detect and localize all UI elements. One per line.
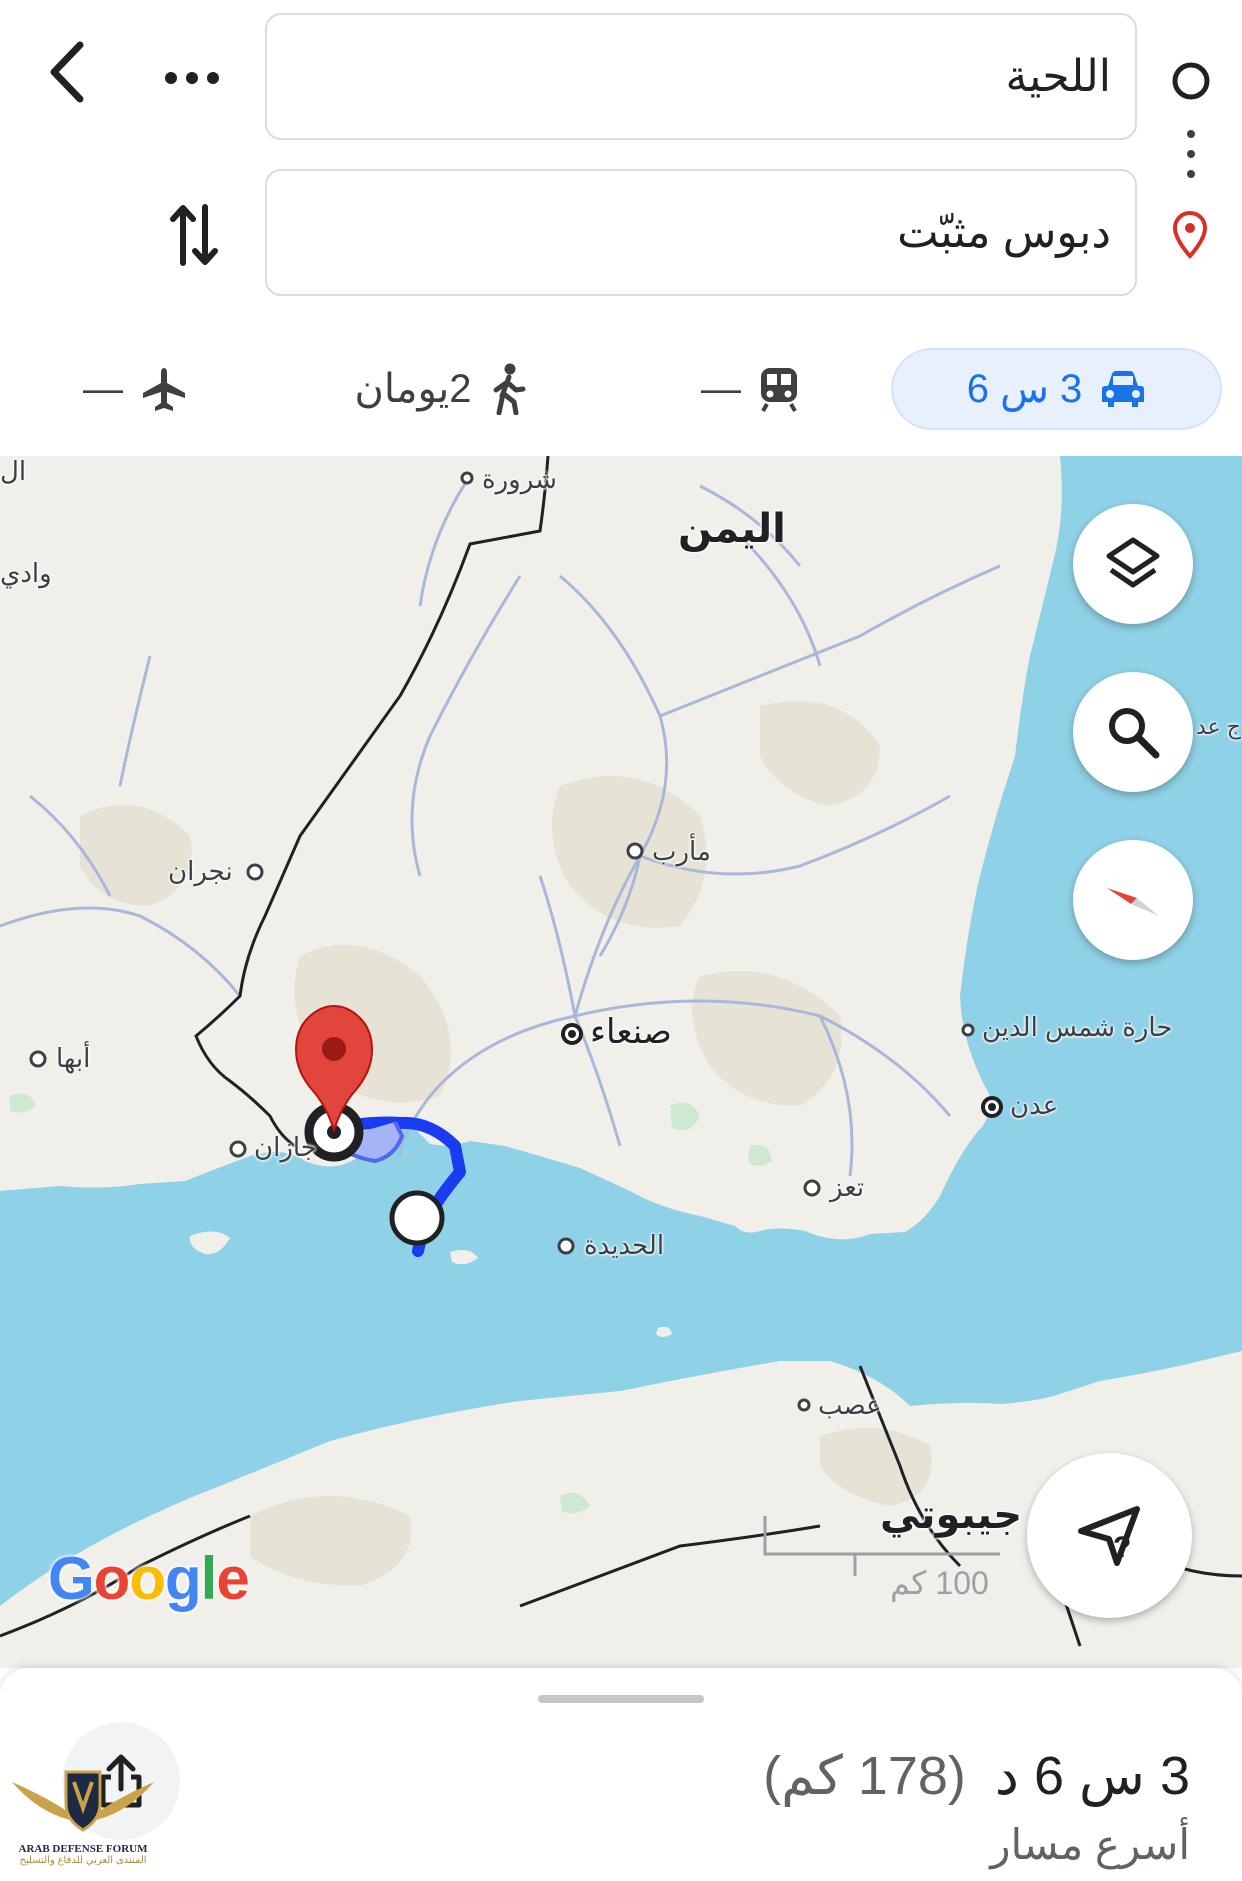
place-label-edge: ال xyxy=(0,456,27,486)
place-label-sanaa: صنعاء xyxy=(590,1013,672,1051)
route-distance: (178 كم) xyxy=(763,1746,966,1806)
place-label-aden: عدن xyxy=(1010,1090,1059,1120)
map-view[interactable]: شرورة اليمن وادي ال ج عد نجران مأرب أبها… xyxy=(0,456,1242,1668)
route-summary: 3 س 6 د (178 كم) xyxy=(763,1744,1190,1807)
transit-time: — xyxy=(701,366,741,411)
more-options-button[interactable] xyxy=(160,60,224,96)
destination-value: دبوس مثبّت xyxy=(897,208,1111,257)
swap-vertical-icon xyxy=(170,204,218,266)
layers-button[interactable] xyxy=(1073,504,1193,624)
drive-time: 3 س 6 xyxy=(966,367,1083,411)
train-icon xyxy=(761,368,797,412)
chevron-left-icon xyxy=(50,41,84,103)
origin-input[interactable]: اللحية xyxy=(265,13,1137,140)
route-dots-icon xyxy=(1187,130,1195,178)
scale-label: 100 كم xyxy=(890,1565,989,1601)
layers-icon xyxy=(1106,537,1160,588)
mode-drive[interactable]: 3 س 6 xyxy=(891,348,1222,430)
search-icon xyxy=(1109,708,1160,759)
place-label-hara: حارة شمس الدين xyxy=(982,1012,1173,1042)
directions-help-button[interactable]: ? xyxy=(1027,1453,1192,1618)
place-label-najran: نجران xyxy=(168,856,233,886)
place-label-yemen: اليمن xyxy=(678,507,786,551)
flight-time: — xyxy=(83,366,123,411)
mode-walk[interactable]: 2يومان xyxy=(335,348,545,430)
place-label-sharura: شرورة xyxy=(482,464,557,494)
place-label-djibouti: جيبوتي xyxy=(880,1493,1023,1537)
compass-button[interactable] xyxy=(1073,840,1193,960)
mode-transit[interactable]: — xyxy=(680,348,820,430)
place-label-hudaydah: الحديدة xyxy=(584,1230,665,1260)
walk-icon xyxy=(493,363,526,415)
sheet-drag-handle[interactable] xyxy=(538,1695,704,1703)
watermark-subtitle: المنتدى العربي للدفاع والتسليح xyxy=(19,1855,147,1866)
place-label-marib: مأرب xyxy=(652,836,711,866)
mode-flight[interactable]: — xyxy=(70,348,200,430)
directions-help-icon: ? xyxy=(1077,1505,1140,1566)
route-duration: 3 س 6 د xyxy=(994,1746,1190,1806)
route-note: أسرع مسار xyxy=(990,1821,1190,1868)
swap-button[interactable] xyxy=(166,200,222,270)
place-label-abha: أبها xyxy=(56,1043,91,1073)
destination-input[interactable]: دبوس مثبّت xyxy=(265,169,1137,296)
watermark-title: ARAB DEFENSE FORUM xyxy=(18,1843,148,1855)
back-button[interactable] xyxy=(36,36,96,108)
google-logo: Google xyxy=(48,1545,250,1612)
origin-value: اللحية xyxy=(1005,52,1111,101)
eagle-shield-icon xyxy=(12,1770,154,1832)
place-label-jazan: جازان xyxy=(254,1132,317,1162)
more-horizontal-icon xyxy=(165,72,219,84)
search-along-route-button[interactable] xyxy=(1073,672,1193,792)
car-icon xyxy=(1102,371,1145,407)
compass-icon xyxy=(1107,888,1159,916)
walk-time: 2يومان xyxy=(354,367,472,411)
circle-outline-icon xyxy=(1172,62,1210,100)
place-label-assab: عصب xyxy=(818,1390,882,1420)
svg-text:?: ? xyxy=(1113,1531,1131,1564)
plane-icon xyxy=(143,368,185,411)
place-label-taiz: تعز xyxy=(830,1172,865,1202)
route-summary-sheet[interactable]: 3 س 6 د (178 كم) أسرع مسار ARAB DEFENSE … xyxy=(0,1668,1242,1881)
watermark-logo: ARAB DEFENSE FORUM المنتدى العربي للدفاع… xyxy=(8,1768,158,1878)
red-pin-icon xyxy=(1172,211,1208,259)
place-label-wadi: وادي xyxy=(0,558,52,588)
place-label-gulf: ج عد xyxy=(1196,714,1241,739)
route-start-marker[interactable] xyxy=(389,1190,445,1246)
